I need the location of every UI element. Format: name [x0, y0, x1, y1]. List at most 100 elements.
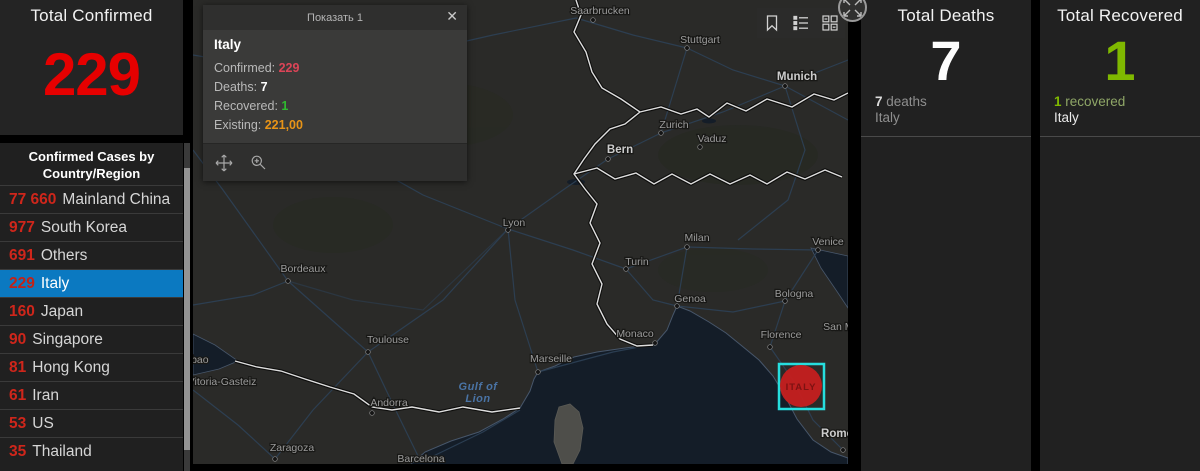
legend-icon[interactable] — [792, 14, 810, 32]
case-count: 691 — [9, 246, 35, 264]
country-list-item[interactable]: 77 660 Mainland China — [0, 185, 183, 213]
country-list-item[interactable]: 90 Singapore — [0, 325, 183, 353]
map-label-rome: Rome — [821, 428, 848, 440]
map-label-andorra: Andorra — [370, 397, 408, 409]
city-dot — [285, 278, 291, 284]
case-count: 35 — [9, 442, 27, 460]
list-scrollbar-thumb[interactable] — [184, 168, 190, 450]
country-list-item[interactable]: 35 Thailand — [0, 437, 183, 465]
city-dot — [815, 247, 821, 253]
popup-stat-row: Confirmed: 229 — [214, 61, 300, 75]
map-label-vitoria-gasteiz: Vitoria-Gasteiz — [193, 376, 256, 388]
city-dot — [535, 369, 541, 375]
country-name: Mainland China — [62, 190, 171, 208]
country-name: Japan — [40, 302, 84, 320]
country-name: Italy — [40, 274, 70, 292]
country-list: 77 660 Mainland China 977 South Korea 691 Oth… — [0, 185, 183, 465]
popup-stat-row: Existing: 221,00 — [214, 118, 303, 132]
map-popup: Показать 1 ✕ Italy Confirmed: 229 Deaths:… — [203, 5, 467, 181]
case-count: 90 — [9, 330, 27, 348]
map-label-genoa: Genoa — [674, 293, 706, 305]
map-label-lyon: Lyon — [503, 217, 526, 229]
list-title-line2: Country/Region — [42, 166, 141, 181]
deaths-detail: 7 deaths Italy — [875, 94, 927, 126]
map-label-marseille: Marseille — [530, 353, 572, 365]
city-dot — [658, 130, 664, 136]
country-name: Others — [40, 246, 88, 264]
city-dot — [767, 344, 773, 350]
list-title-line1: Confirmed Cases by — [28, 149, 155, 164]
case-count: 81 — [9, 358, 27, 376]
city-dot — [684, 45, 690, 51]
city-dot — [365, 349, 371, 355]
total-recovered-value: 1 — [1104, 29, 1136, 92]
case-count: 53 — [9, 414, 27, 432]
city-dot — [684, 244, 690, 250]
basemap-icon[interactable] — [821, 14, 839, 32]
map-label-bordeaux: Bordeaux — [281, 263, 327, 275]
total-deaths-value: 7 — [930, 29, 962, 92]
total-deaths-top: Total Deaths 7 7 deaths Italy — [861, 0, 1031, 137]
country-list-item[interactable]: 977 South Korea — [0, 213, 183, 241]
case-count: 77 660 — [9, 190, 57, 208]
map-label-turin: Turin — [625, 256, 649, 268]
gulf-of-lion-label: Gulf of — [459, 381, 499, 393]
recovered-detail-label: recovered — [1061, 94, 1126, 109]
case-count: 160 — [9, 302, 35, 320]
popup-stat-row: Recovered: 1 — [214, 99, 289, 113]
case-count: 61 — [9, 386, 27, 404]
popup-footer — [203, 143, 467, 181]
city-dot — [697, 144, 703, 150]
city-dot — [590, 17, 596, 23]
country-name: Thailand — [32, 442, 92, 460]
country-name: Hong Kong — [32, 358, 110, 376]
case-count: 977 — [9, 218, 35, 236]
map-label-barcelona: Barcelona — [397, 453, 444, 464]
country-name: Singapore — [32, 330, 103, 348]
country-list-item[interactable]: 61 Iran — [0, 381, 183, 409]
country-list-item[interactable]: 229 Italy — [0, 269, 183, 297]
popup-stat-row: Deaths: 7 — [214, 80, 268, 94]
zoom-to-icon[interactable] — [250, 154, 267, 171]
map-label-monaco: Monaco — [616, 328, 654, 340]
country-name: Iran — [32, 386, 59, 404]
deaths-detail-label: deaths — [882, 94, 927, 109]
popup-country-name: Italy — [214, 37, 242, 52]
country-name: US — [32, 414, 54, 432]
lake-constance — [702, 118, 716, 124]
total-confirmed-value: 229 — [42, 41, 141, 108]
close-icon[interactable]: ✕ — [446, 8, 458, 25]
list-title: Confirmed Cases by Country/Region — [0, 143, 183, 185]
bookmark-icon[interactable] — [763, 14, 781, 32]
city-dot — [840, 447, 846, 453]
popup-stats: Confirmed: 229 Deaths: 7 Recovered: 1 Exist… — [214, 59, 456, 135]
total-recovered-top: Total Recovered 1 1 recovered Italy — [1040, 0, 1200, 137]
country-list-item[interactable]: 160 Japan — [0, 297, 183, 325]
map-label-milan: Milan — [684, 232, 709, 244]
popup-title: Показать 1 — [307, 11, 363, 24]
map-label-munich: Munich — [777, 71, 817, 83]
country-name: South Korea — [40, 218, 128, 236]
total-confirmed-card: Total Confirmed 229 — [0, 0, 183, 135]
total-recovered-card: Total Recovered 1 1 recovered Italy — [1040, 0, 1200, 471]
map-label-stuttgart: Stuttgart — [680, 34, 720, 46]
recovered-detail-count: 1 — [1054, 94, 1062, 109]
country-list-item[interactable]: 53 US — [0, 409, 183, 437]
city-dot — [605, 156, 611, 162]
deaths-detail-count: 7 — [875, 94, 883, 109]
map-label-vaduz: Vaduz — [698, 133, 727, 145]
city-dot — [782, 83, 788, 89]
country-list-item[interactable]: 691 Others — [0, 241, 183, 269]
expand-icon[interactable] — [838, 0, 867, 22]
recovered-detail-region: Italy — [1054, 110, 1079, 125]
city-dot — [652, 340, 658, 346]
recovered-detail: 1 recovered Italy — [1054, 94, 1125, 126]
country-list-item[interactable]: 81 Hong Kong — [0, 353, 183, 381]
pan-icon[interactable] — [215, 154, 233, 172]
city-dot — [272, 456, 278, 462]
map-canvas[interactable]: Saarbrucken Stuttgart Munich Zurich Vaduz Ber… — [193, 0, 848, 464]
map-label-bologna: Bologna — [775, 288, 814, 300]
confirmed-cases-list-card: Confirmed Cases by Country/Region 77 660… — [0, 143, 183, 471]
map-label-florence: Florence — [761, 329, 802, 341]
map-label-bern: Bern — [607, 144, 633, 156]
